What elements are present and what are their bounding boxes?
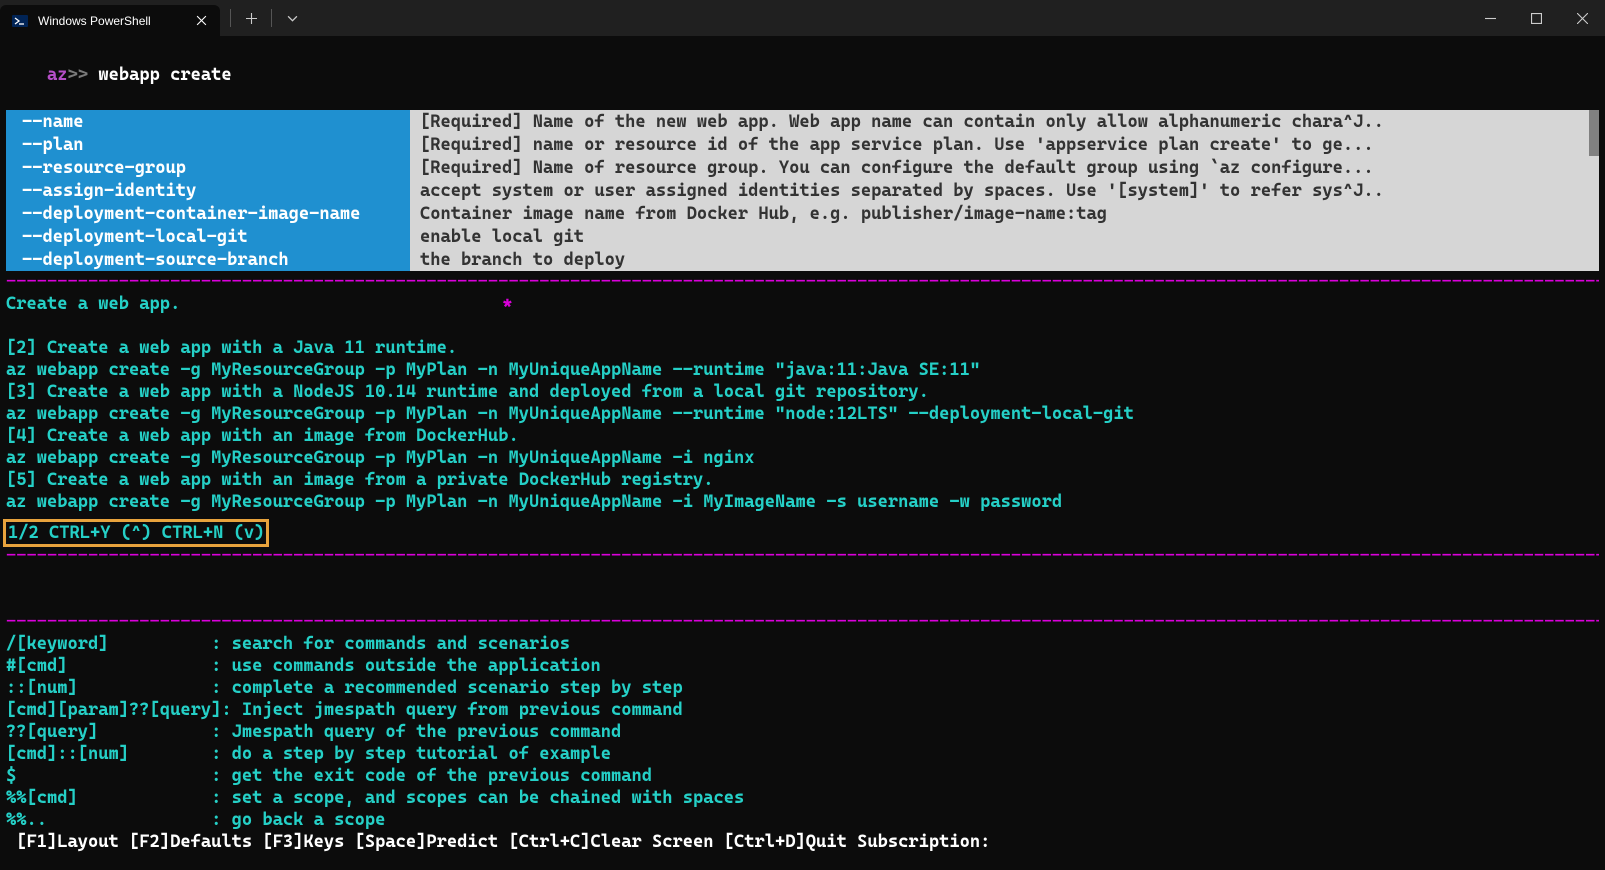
completion-flag[interactable]: --name bbox=[6, 110, 410, 133]
example-line: az webapp create -g MyResourceGroup -p M… bbox=[6, 359, 1599, 381]
tab-close-button[interactable] bbox=[192, 12, 210, 30]
divider-3: ----------------------------------------… bbox=[6, 611, 1599, 633]
help-line: [cmd]::[num] : do a step by step tutoria… bbox=[6, 743, 1599, 765]
status-bar: [F1]Layout [F2]Defaults [F3]Keys [Space]… bbox=[6, 831, 1599, 853]
example-line: az webapp create -g MyResourceGroup -p M… bbox=[6, 447, 1599, 469]
example-line: [3] Create a web app with a NodeJS 10.14… bbox=[6, 381, 1599, 403]
powershell-icon bbox=[12, 13, 28, 29]
description-title: Create a web app. bbox=[6, 293, 180, 315]
completion-dropdown[interactable]: --name--plan--resource-group--assign-ide… bbox=[6, 110, 1599, 271]
help-block: /[keyword] : search for commands and sce… bbox=[6, 633, 1599, 831]
help-line: [cmd][param]??[query]: Inject jmespath q… bbox=[6, 699, 1599, 721]
help-line: $ : get the exit code of the previous co… bbox=[6, 765, 1599, 787]
completion-desc: [Required] Name of resource group. You c… bbox=[410, 156, 1599, 179]
completion-flag[interactable]: --deployment-local-git bbox=[6, 225, 410, 248]
divider-2: ----------------------------------------… bbox=[6, 545, 1599, 567]
completion-desc: Container image name from Docker Hub, e.… bbox=[410, 202, 1599, 225]
help-line: ??[query] : Jmespath query of the previo… bbox=[6, 721, 1599, 743]
completion-desc: [Required] Name of the new web app. Web … bbox=[410, 110, 1599, 133]
titlebar: Windows PowerShell bbox=[0, 0, 1605, 36]
completion-desc: [Required] name or resource id of the ap… bbox=[410, 133, 1599, 156]
completion-flag[interactable]: --deployment-container-image-name bbox=[6, 202, 410, 225]
pager-indicator: 1/2 CTRL+Y (^) CTRL+N (v) bbox=[3, 519, 269, 547]
example-line: [4] Create a web app with an image from … bbox=[6, 425, 1599, 447]
prompt-az: az bbox=[47, 65, 68, 85]
minimize-button[interactable] bbox=[1467, 0, 1513, 36]
terminal-body[interactable]: az>> webapp create --name--plan--resourc… bbox=[0, 36, 1605, 853]
help-line: #[cmd] : use commands outside the applic… bbox=[6, 655, 1599, 677]
completion-flag[interactable]: --resource-group bbox=[6, 156, 410, 179]
new-tab-button[interactable] bbox=[235, 4, 267, 32]
divider-1: ----------------------------------------… bbox=[6, 271, 1599, 293]
loading-star-icon: * bbox=[502, 294, 512, 314]
window-controls bbox=[1467, 0, 1605, 36]
completion-flag[interactable]: --deployment-source-branch bbox=[6, 248, 410, 271]
completion-scrollbar-thumb[interactable] bbox=[1589, 110, 1599, 156]
completion-flag[interactable]: --plan bbox=[6, 133, 410, 156]
tab-powershell[interactable]: Windows PowerShell bbox=[0, 5, 220, 36]
help-line: ::[num] : complete a recommended scenari… bbox=[6, 677, 1599, 699]
tab-title: Windows PowerShell bbox=[38, 10, 182, 32]
completion-desc: enable local git bbox=[410, 225, 1599, 248]
example-line: az webapp create -g MyResourceGroup -p M… bbox=[6, 491, 1599, 513]
tab-dropdown-button[interactable] bbox=[276, 4, 308, 32]
maximize-button[interactable] bbox=[1513, 0, 1559, 36]
prompt-command: webapp create bbox=[98, 65, 231, 85]
completion-desc: the branch to deploy bbox=[410, 248, 1599, 271]
help-line: %%.. : go back a scope bbox=[6, 809, 1599, 831]
example-line: [2] Create a web app with a Java 11 runt… bbox=[6, 337, 1599, 359]
tabbar-actions bbox=[220, 0, 316, 36]
prompt-arrows: >> bbox=[68, 65, 89, 85]
help-line: %%[cmd] : set a scope, and scopes can be… bbox=[6, 787, 1599, 809]
completion-desc: accept system or user assigned identitie… bbox=[410, 179, 1599, 202]
completion-flag[interactable]: --assign-identity bbox=[6, 179, 410, 202]
completion-flags-column: --name--plan--resource-group--assign-ide… bbox=[6, 110, 410, 271]
example-line: [5] Create a web app with an image from … bbox=[6, 469, 1599, 491]
close-button[interactable] bbox=[1559, 0, 1605, 36]
tabbar-divider-2 bbox=[271, 9, 272, 27]
prompt-line: az>> webapp create bbox=[6, 42, 1599, 108]
completion-desc-column: [Required] Name of the new web app. Web … bbox=[410, 110, 1599, 271]
examples-block: [2] Create a web app with a Java 11 runt… bbox=[6, 337, 1599, 513]
tabbar-divider bbox=[230, 9, 231, 27]
example-line: az webapp create -g MyResourceGroup -p M… bbox=[6, 403, 1599, 425]
help-line: /[keyword] : search for commands and sce… bbox=[6, 633, 1599, 655]
